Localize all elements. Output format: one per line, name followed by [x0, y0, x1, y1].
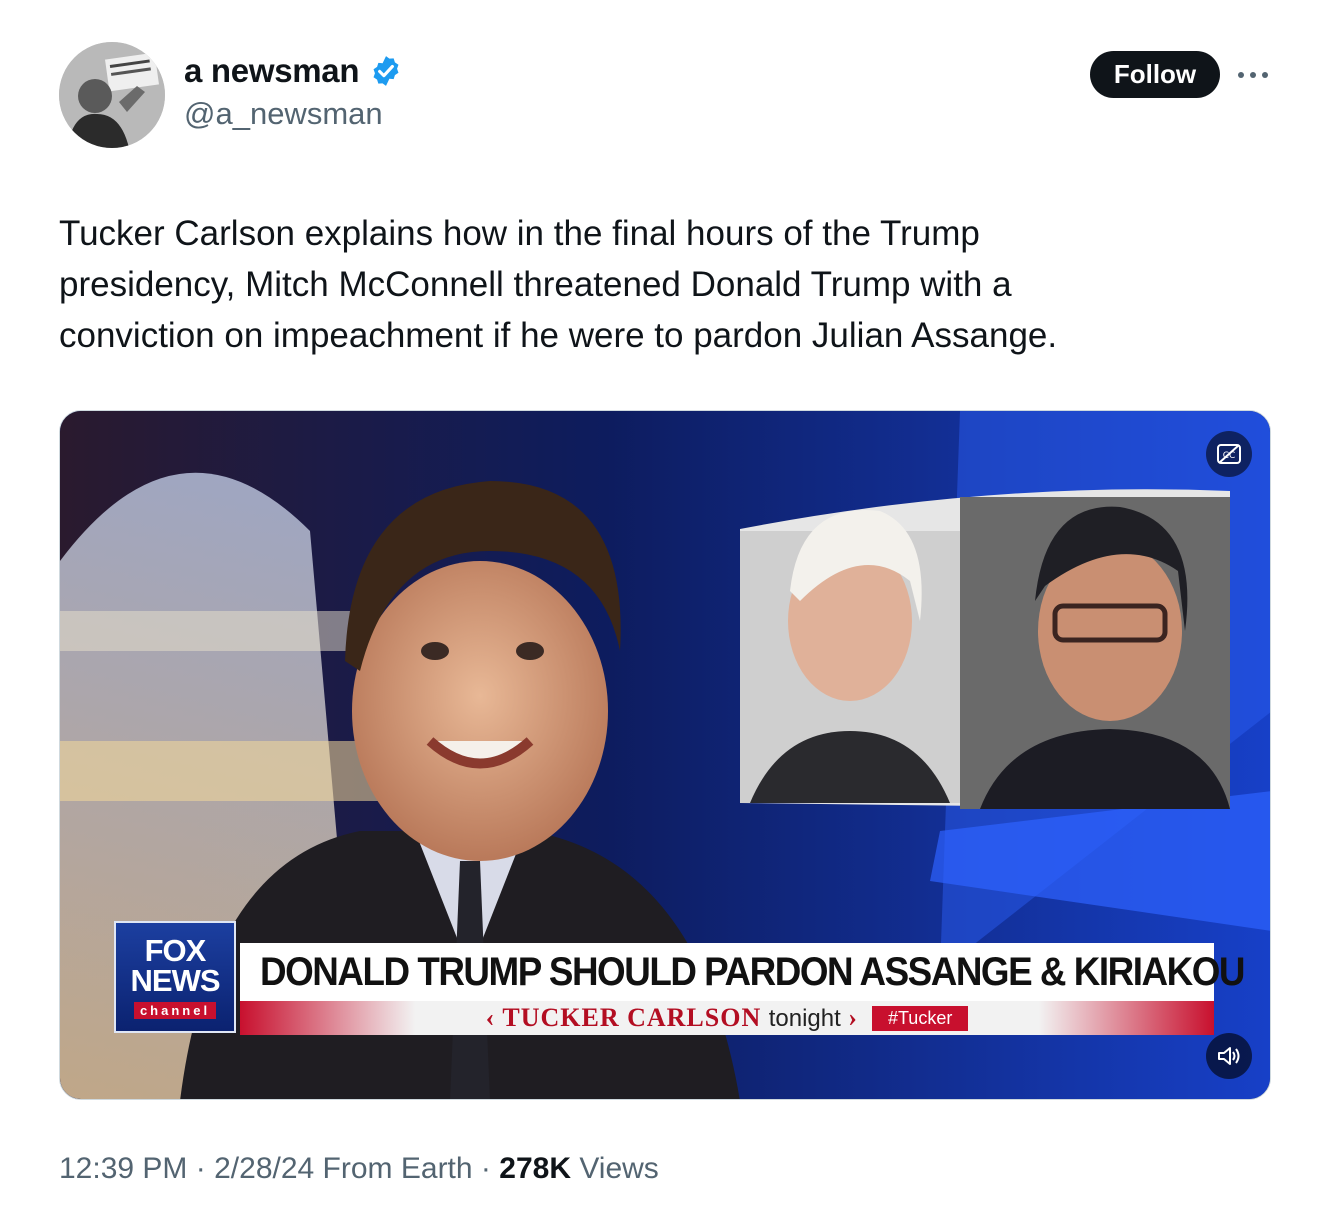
fox-news-logo: FOX NEWS channel — [114, 921, 236, 1033]
tweet-meta: 12:39 PM · 2/28/24 From Earth · 278K Vie… — [59, 1152, 659, 1186]
follow-button[interactable]: Follow — [1090, 51, 1220, 98]
news-chyron: FOX NEWS channel DONALD TRUMP SHOULD PAR… — [114, 921, 1245, 1037]
volume-icon[interactable] — [1206, 1033, 1252, 1079]
separator: · — [195, 1152, 206, 1185]
tweet-source: From Earth — [322, 1152, 473, 1185]
logo-fox-text: FOX — [144, 932, 207, 968]
views-label: Views — [579, 1152, 659, 1185]
tweet-time[interactable]: 12:39 PM — [59, 1152, 187, 1185]
show-hashtag: #Tucker — [871, 1005, 969, 1031]
show-arrow-right-icon: › — [840, 1003, 858, 1032]
author-avatar[interactable] — [59, 42, 165, 148]
show-bar: ‹ TUCKER CARLSON tonight › #Tucker — [240, 1001, 1214, 1035]
headline-bar: DONALD TRUMP SHOULD PARDON ASSANGE & KIR… — [240, 943, 1245, 1001]
video-player[interactable]: CC FOX NEWS channel DONALD TRUMP SHOULD … — [59, 410, 1271, 1100]
more-dots-icon[interactable] — [1236, 60, 1270, 90]
author-display-name[interactable]: a newsman — [184, 52, 360, 90]
logo-channel-text: channel — [133, 1001, 217, 1019]
views-count[interactable]: 278K — [499, 1152, 571, 1185]
chyron-headline: DONALD TRUMP SHOULD PARDON ASSANGE & KIR… — [260, 949, 1245, 994]
verified-badge-icon[interactable] — [369, 54, 403, 88]
separator: · — [480, 1152, 491, 1185]
author-handle[interactable]: @a_newsman — [184, 96, 383, 132]
captions-off-icon[interactable]: CC — [1206, 431, 1252, 477]
svg-text:CC: CC — [1223, 451, 1236, 461]
show-prefix: TUCKER CARLSON — [502, 1003, 762, 1032]
tweet-text: Tucker Carlson explains how in the final… — [59, 214, 1058, 355]
show-arrow-left-icon: ‹ — [485, 1003, 503, 1032]
tweet-date[interactable]: 2/28/24 — [214, 1152, 314, 1185]
show-suffix: tonight — [768, 1005, 841, 1032]
logo-news-text: NEWS — [130, 962, 221, 998]
show-name: ‹ TUCKER CARLSON tonight › — [486, 1003, 858, 1033]
